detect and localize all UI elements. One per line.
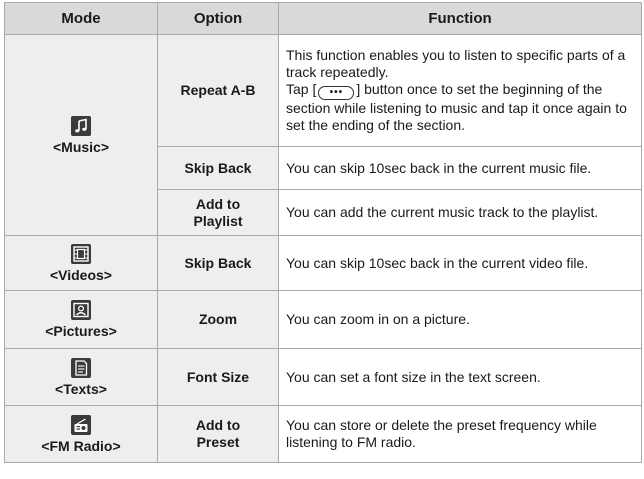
option-add-to-preset-line2: Preset (196, 434, 240, 450)
option-font-size: Font Size (157, 348, 279, 406)
option-add-to-playlist-line1: Add to (195, 195, 241, 212)
table-row-add-to-preset: <FM Radio> Add to Preset You can store o… (4, 405, 642, 463)
document-icon (71, 357, 91, 378)
table-row-font-size: <Texts> Font Size You can set a font siz… (4, 348, 642, 406)
option-repeat-ab: Repeat A-B (157, 34, 279, 147)
music-note-icon (71, 115, 91, 136)
option-add-to-preset-line1: Add to (195, 417, 241, 433)
mode-label-pictures: <Pictures> (45, 323, 117, 339)
mode-label-music: <Music> (52, 138, 110, 155)
mode-cell-music: <Music> (4, 34, 158, 236)
table-row-repeat-ab: <Music> Repeat A-B This function enables… (4, 34, 642, 236)
page: Mode Option Function <Music> Repeat A-B … (0, 0, 644, 479)
mode-cell-fm-radio: <FM Radio> (4, 405, 158, 463)
header-row: Mode Option Function (4, 2, 642, 35)
function-repeat-ab-intro: This function enables you to listen to s… (286, 47, 626, 80)
function-skip-back-music: You can skip 10sec back in the current m… (278, 146, 642, 190)
option-skip-back-video: Skip Back (157, 235, 279, 291)
mode-label-videos: <Videos> (49, 266, 112, 283)
option-zoom: Zoom (157, 290, 279, 349)
film-icon (71, 243, 91, 264)
table-row-zoom: <Pictures> Zoom You can zoom in on a pic… (4, 290, 642, 349)
function-add-to-preset: You can store or delete the preset frequ… (278, 405, 642, 463)
option-add-to-playlist-line2: Playlist (193, 212, 243, 229)
function-table: Mode Option Function <Music> Repeat A-B … (4, 2, 642, 463)
function-repeat-ab-tap-prefix: Tap [ (286, 81, 317, 97)
header-mode: Mode (4, 2, 158, 35)
mode-label-fm-radio: <FM Radio> (41, 437, 121, 454)
header-option: Option (157, 2, 279, 35)
option-add-to-preset: Add to Preset (157, 405, 279, 463)
function-zoom: You can zoom in on a picture. (278, 290, 642, 349)
picture-icon (71, 300, 91, 320)
more-button-icon: ••• (318, 86, 355, 100)
mode-label-texts: <Texts> (55, 380, 107, 397)
function-repeat-ab: This function enables you to listen to s… (278, 34, 642, 147)
table-row-skip-back-video: <Videos> Skip Back You can skip 10sec ba… (4, 235, 642, 291)
radio-icon (71, 414, 91, 435)
mode-cell-pictures: <Pictures> (4, 290, 158, 349)
option-add-to-playlist: Add to Playlist (157, 189, 279, 236)
mode-cell-videos: <Videos> (4, 235, 158, 291)
mode-cell-texts: <Texts> (4, 348, 158, 406)
function-font-size: You can set a font size in the text scre… (278, 348, 642, 406)
function-skip-back-video: You can skip 10sec back in the current v… (278, 235, 642, 291)
function-add-to-playlist: You can add the current music track to t… (278, 189, 642, 236)
option-skip-back-music: Skip Back (157, 146, 279, 190)
header-function: Function (278, 2, 642, 35)
